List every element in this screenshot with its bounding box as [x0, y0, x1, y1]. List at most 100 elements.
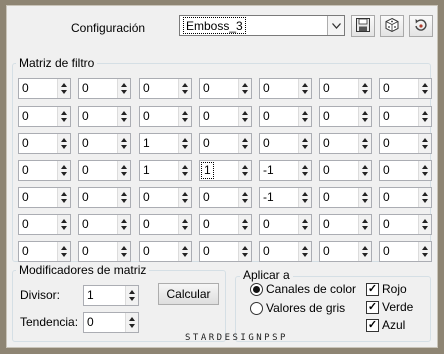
matrix-cell-r3-c4[interactable]: 0 [199, 133, 252, 154]
spin-arrows-icon[interactable] [125, 313, 138, 332]
chevron-down-icon[interactable] [327, 16, 344, 35]
matrix-cell-r4-c4[interactable]: 1 [199, 160, 252, 181]
divisor-spinbox[interactable]: 1 [83, 285, 139, 306]
matrix-cell-r4-c5[interactable]: -1 [259, 160, 312, 181]
matrix-cell-r5-c5[interactable]: -1 [259, 187, 312, 208]
matrix-cell-r5-c7[interactable]: 0 [379, 187, 432, 208]
calculate-button[interactable]: Calcular [158, 283, 219, 305]
spin-arrows-icon[interactable] [358, 161, 371, 180]
blue-checkbox[interactable]: ✓ [366, 319, 379, 332]
matrix-cell-r2-c6[interactable]: 0 [319, 106, 372, 127]
matrix-cell-r5-c2[interactable]: 0 [78, 187, 131, 208]
spin-arrows-icon[interactable] [298, 188, 311, 207]
spin-arrows-icon[interactable] [298, 107, 311, 126]
matrix-cell-r7-c5[interactable]: 0 [259, 241, 312, 262]
matrix-cell-r2-c7[interactable]: 0 [379, 106, 432, 127]
spin-arrows-icon[interactable] [238, 242, 251, 261]
spin-arrows-icon[interactable] [57, 161, 70, 180]
spin-arrows-icon[interactable] [117, 79, 130, 98]
save-preset-button[interactable] [351, 15, 375, 37]
spin-arrows-icon[interactable] [418, 242, 431, 261]
matrix-cell-r1-c5[interactable]: 0 [259, 78, 312, 99]
matrix-cell-r4-c2[interactable]: 0 [78, 160, 131, 181]
preset-combobox[interactable]: Emboss_3 [179, 15, 345, 36]
spin-arrows-icon[interactable] [298, 134, 311, 153]
matrix-cell-r2-c1[interactable]: 0 [18, 106, 71, 127]
bias-spinbox[interactable]: 0 [83, 312, 139, 333]
spin-arrows-icon[interactable] [178, 161, 191, 180]
red-checkbox[interactable]: ✓ [366, 283, 379, 296]
spin-arrows-icon[interactable] [298, 79, 311, 98]
matrix-cell-r1-c7[interactable]: 0 [379, 78, 432, 99]
spin-arrows-icon[interactable] [238, 188, 251, 207]
matrix-cell-r3-c2[interactable]: 0 [78, 133, 131, 154]
spin-arrows-icon[interactable] [178, 215, 191, 234]
spin-arrows-icon[interactable] [358, 215, 371, 234]
matrix-cell-r6-c1[interactable]: 0 [18, 214, 71, 235]
random-button[interactable] [380, 15, 404, 37]
matrix-cell-r3-c6[interactable]: 0 [319, 133, 372, 154]
spin-arrows-icon[interactable] [358, 79, 371, 98]
matrix-cell-r6-c7[interactable]: 0 [379, 214, 432, 235]
spin-arrows-icon[interactable] [117, 161, 130, 180]
matrix-cell-r7-c4[interactable]: 0 [199, 241, 252, 262]
spin-arrows-icon[interactable] [57, 79, 70, 98]
spin-arrows-icon[interactable] [238, 107, 251, 126]
spin-arrows-icon[interactable] [57, 242, 70, 261]
matrix-cell-r6-c3[interactable]: 0 [139, 214, 192, 235]
matrix-cell-r5-c4[interactable]: 0 [199, 187, 252, 208]
matrix-cell-r3-c3[interactable]: 1 [139, 133, 192, 154]
spin-arrows-icon[interactable] [117, 134, 130, 153]
matrix-cell-r4-c1[interactable]: 0 [18, 160, 71, 181]
spin-arrows-icon[interactable] [358, 188, 371, 207]
matrix-cell-r5-c6[interactable]: 0 [319, 187, 372, 208]
green-checkbox[interactable]: ✓ [366, 301, 379, 314]
spin-arrows-icon[interactable] [117, 188, 130, 207]
matrix-cell-r4-c3[interactable]: 1 [139, 160, 192, 181]
spin-arrows-icon[interactable] [418, 161, 431, 180]
spin-arrows-icon[interactable] [238, 79, 251, 98]
matrix-cell-r3-c5[interactable]: 0 [259, 133, 312, 154]
spin-arrows-icon[interactable] [57, 134, 70, 153]
matrix-cell-r7-c7[interactable]: 0 [379, 241, 432, 262]
spin-arrows-icon[interactable] [238, 215, 251, 234]
matrix-cell-r5-c3[interactable]: 0 [139, 187, 192, 208]
spin-arrows-icon[interactable] [418, 79, 431, 98]
matrix-cell-r4-c6[interactable]: 0 [319, 160, 372, 181]
spin-arrows-icon[interactable] [298, 242, 311, 261]
matrix-cell-r7-c1[interactable]: 0 [18, 241, 71, 262]
spin-arrows-icon[interactable] [57, 188, 70, 207]
reset-button[interactable] [409, 15, 433, 37]
spin-arrows-icon[interactable] [57, 215, 70, 234]
spin-arrows-icon[interactable] [418, 107, 431, 126]
spin-arrows-icon[interactable] [117, 107, 130, 126]
grayscale-radio[interactable] [250, 302, 263, 315]
matrix-cell-r1-c3[interactable]: 0 [139, 78, 192, 99]
matrix-cell-r1-c6[interactable]: 0 [319, 78, 372, 99]
matrix-cell-r1-c4[interactable]: 0 [199, 78, 252, 99]
spin-arrows-icon[interactable] [358, 134, 371, 153]
spin-arrows-icon[interactable] [298, 215, 311, 234]
spin-arrows-icon[interactable] [178, 188, 191, 207]
spin-arrows-icon[interactable] [125, 286, 138, 305]
color-channels-radio[interactable] [250, 283, 263, 296]
spin-arrows-icon[interactable] [57, 107, 70, 126]
spin-arrows-icon[interactable] [117, 215, 130, 234]
spin-arrows-icon[interactable] [358, 242, 371, 261]
matrix-cell-r2-c2[interactable]: 0 [78, 106, 131, 127]
matrix-cell-r6-c5[interactable]: 0 [259, 214, 312, 235]
spin-arrows-icon[interactable] [178, 79, 191, 98]
spin-arrows-icon[interactable] [418, 134, 431, 153]
spin-arrows-icon[interactable] [178, 242, 191, 261]
matrix-cell-r7-c6[interactable]: 0 [319, 241, 372, 262]
matrix-cell-r1-c1[interactable]: 0 [18, 78, 71, 99]
spin-arrows-icon[interactable] [238, 161, 251, 180]
spin-arrows-icon[interactable] [418, 188, 431, 207]
matrix-cell-r5-c1[interactable]: 0 [18, 187, 71, 208]
matrix-cell-r7-c2[interactable]: 0 [78, 241, 131, 262]
spin-arrows-icon[interactable] [418, 215, 431, 234]
matrix-cell-r3-c7[interactable]: 0 [379, 133, 432, 154]
spin-arrows-icon[interactable] [178, 134, 191, 153]
matrix-cell-r4-c7[interactable]: 0 [379, 160, 432, 181]
matrix-cell-r3-c1[interactable]: 0 [18, 133, 71, 154]
